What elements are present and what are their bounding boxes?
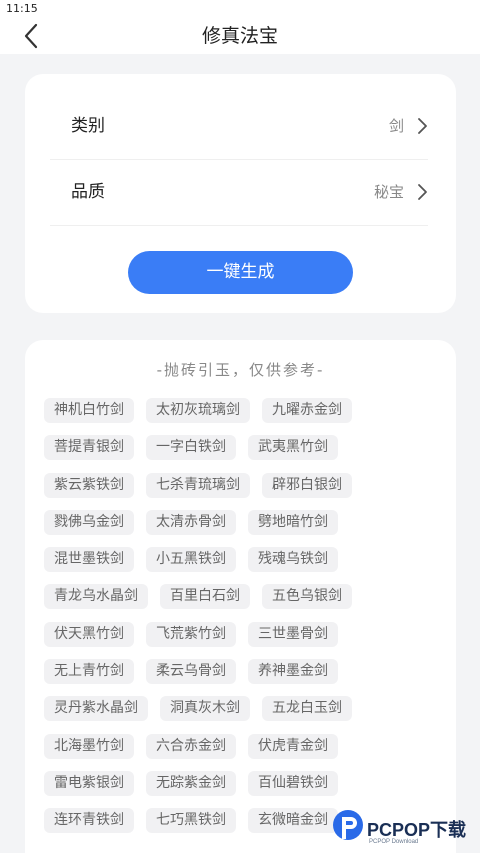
category-value: 剑 xyxy=(388,117,404,135)
category-label: 类别 xyxy=(71,116,105,136)
name-tag[interactable]: 九曜赤金剑 xyxy=(262,398,352,423)
name-tag[interactable]: 劈地暗竹剑 xyxy=(248,509,338,535)
name-tag[interactable]: 无上青竹剑 xyxy=(44,659,134,685)
name-tag[interactable]: 武夷黑竹剑 xyxy=(248,435,338,461)
name-tag[interactable]: 太清赤骨剑 xyxy=(146,509,236,535)
quality-label: 品质 xyxy=(71,182,105,202)
name-tag[interactable]: 残魂乌铁剑 xyxy=(248,547,338,573)
name-tag[interactable]: 灵丹紫水晶剑 xyxy=(44,696,148,722)
name-tag[interactable]: 六合赤金剑 xyxy=(146,733,236,759)
name-tag[interactable]: 五色乌银剑 xyxy=(262,584,352,610)
tag-row: 无上青竹剑 柔云乌骨剑 养神墨金剑 xyxy=(44,659,444,685)
tag-row: 北海墨竹剑 六合赤金剑 伏虎青金剑 xyxy=(44,733,444,759)
name-tag[interactable]: 柔云乌骨剑 xyxy=(146,659,236,685)
name-tag[interactable]: 五龙白玉剑 xyxy=(262,696,352,722)
page-title: 修真法宝 xyxy=(201,25,278,47)
name-tag[interactable]: 菩提青银剑 xyxy=(44,435,134,461)
name-tag[interactable]: 洞真灰木剑 xyxy=(160,696,250,722)
name-tag[interactable]: 伏天黑竹剑 xyxy=(44,621,134,647)
chevron-right-icon xyxy=(418,184,427,200)
nav-bar: 修真法宝 xyxy=(0,18,480,54)
name-tag[interactable]: 紫云紫铁剑 xyxy=(44,472,134,498)
tag-row: 紫云紫铁剑 七杀青琉璃剑 辟邪白银剑 xyxy=(44,472,444,498)
results-card: -抛砖引玉，仅供参考- 神机白竹剑 太初灰琉璃剑 九曜赤金剑 菩提青银剑 一字白铁剑 武夷… xyxy=(25,340,456,853)
name-tag[interactable]: 雷电紫银剑 xyxy=(44,770,134,796)
name-tag[interactable]: 伏虎青金剑 xyxy=(248,733,338,759)
status-bar: 11:15 xyxy=(0,0,480,18)
status-time: 11:15 xyxy=(6,2,38,15)
name-tag[interactable]: 辟邪白银剑 xyxy=(262,472,352,498)
name-tag[interactable]: 飞荒紫竹剑 xyxy=(146,621,236,647)
generate-button[interactable]: 一键生成 xyxy=(128,251,353,294)
name-tag[interactable]: 小五黑铁剑 xyxy=(146,547,236,573)
tag-row: 伏天黑竹剑 飞荒紫竹剑 三世墨骨剑 xyxy=(44,621,444,647)
chevron-right-icon xyxy=(418,118,427,134)
hint-text: -抛砖引玉，仅供参考- xyxy=(156,361,325,379)
watermark-subtext: PCPOP Download xyxy=(369,839,419,845)
tag-row: 戮佛乌金剑 太清赤骨剑 劈地暗竹剑 xyxy=(44,509,444,535)
tag-row: 混世墨铁剑 小五黑铁剑 残魂乌铁剑 xyxy=(44,547,444,573)
tag-row: 神机白竹剑 太初灰琉璃剑 九曜赤金剑 xyxy=(44,398,444,423)
name-tag[interactable]: 无踪紫金剑 xyxy=(146,770,236,796)
name-tag[interactable]: 一字白铁剑 xyxy=(146,435,236,461)
tag-row: 青龙乌水晶剑 百里白石剑 五色乌银剑 xyxy=(44,584,444,610)
name-tag[interactable]: 连环青铁剑 xyxy=(44,808,134,834)
name-tag[interactable]: 养神墨金剑 xyxy=(248,659,338,685)
name-tag[interactable]: 神机白竹剑 xyxy=(44,398,134,423)
name-tag[interactable]: 七巧黑铁剑 xyxy=(146,808,236,834)
name-tag[interactable]: 百仙碧铁剑 xyxy=(248,770,338,796)
name-tag[interactable]: 北海墨竹剑 xyxy=(44,733,134,759)
watermark: PCPOP下载 PCPOP Download xyxy=(331,808,480,853)
quality-row[interactable]: 品质 秘宝 xyxy=(50,159,428,225)
name-tag[interactable]: 太初灰琉璃剑 xyxy=(146,398,250,423)
name-tag[interactable]: 青龙乌水晶剑 xyxy=(44,584,148,610)
name-tag-list: 神机白竹剑 太初灰琉璃剑 九曜赤金剑 菩提青银剑 一字白铁剑 武夷黑竹剑 紫云紫铁剑 七杀青琉… xyxy=(44,398,444,846)
divider xyxy=(50,225,428,226)
name-tag[interactable]: 三世墨骨剑 xyxy=(248,621,338,647)
name-tag[interactable]: 混世墨铁剑 xyxy=(44,547,134,573)
name-tag[interactable]: 七杀青琉璃剑 xyxy=(146,472,250,498)
name-tag[interactable]: 百里白石剑 xyxy=(160,584,250,610)
tag-row: 菩提青银剑 一字白铁剑 武夷黑竹剑 xyxy=(44,435,444,461)
tag-row: 灵丹紫水晶剑 洞真灰木剑 五龙白玉剑 xyxy=(44,696,444,722)
tag-row: 雷电紫银剑 无踪紫金剑 百仙碧铁剑 xyxy=(44,770,444,796)
quality-value: 秘宝 xyxy=(373,183,404,201)
name-tag[interactable]: 玄微暗金剑 xyxy=(248,808,338,834)
category-row[interactable]: 类别 剑 xyxy=(50,93,428,159)
name-tag[interactable]: 戮佛乌金剑 xyxy=(44,509,134,535)
pcpop-logo-icon xyxy=(333,810,363,840)
settings-card: 类别 剑 品质 秘宝 一键生成 xyxy=(25,74,456,313)
